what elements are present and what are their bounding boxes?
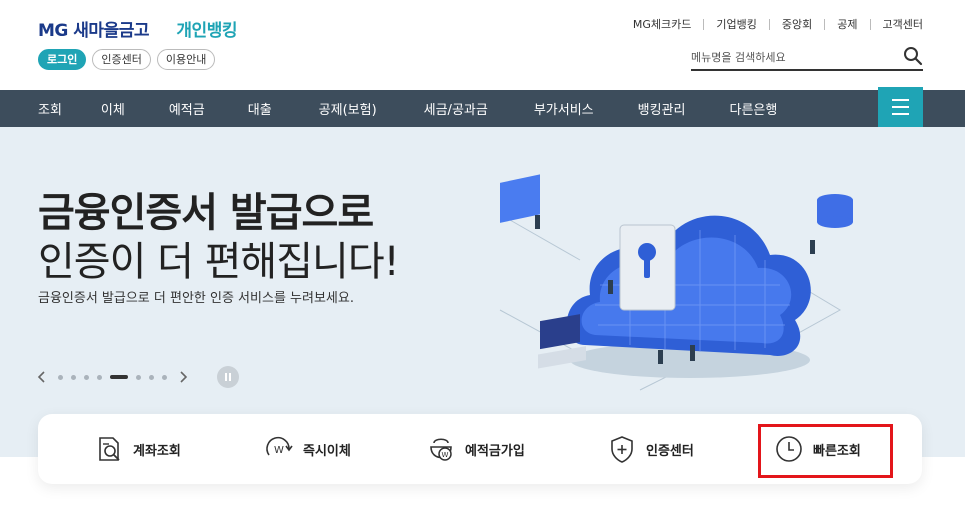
carousel-dots: [58, 374, 167, 380]
quick-savings-join[interactable]: W 예적금가입: [425, 414, 525, 484]
savings-join-icon: W: [430, 438, 452, 461]
nav-item-loans[interactable]: 대출: [248, 99, 272, 118]
usage-guide-button[interactable]: 이용안내: [156, 49, 216, 70]
logo-name: 새마을금고: [73, 21, 149, 41]
svg-text:W: W: [274, 445, 284, 456]
pause-icon: [225, 373, 227, 381]
search-icon[interactable]: [903, 46, 923, 66]
carousel-controls: [36, 366, 189, 388]
carousel-dot[interactable]: [58, 374, 63, 380]
main-nav: 조회 이체 예적금 대출 공제(보험) 세금/공과금 부가서비스 뱅킹관리 다른…: [0, 90, 965, 127]
logo-sub: 개인뱅킹: [176, 21, 237, 41]
hamburger-menu-button[interactable]: [878, 87, 923, 127]
quick-label: 인증센터: [646, 443, 694, 459]
quick-account-inquiry[interactable]: 계좌조회: [93, 414, 181, 484]
hamburger-icon-bar: [892, 113, 909, 115]
chevron-left-icon[interactable]: [36, 370, 48, 384]
logo-mg: MG: [38, 21, 68, 41]
nav-item-inquiry[interactable]: 조회: [38, 99, 62, 118]
carousel-dot[interactable]: [97, 374, 102, 380]
carousel-dot[interactable]: [84, 374, 89, 380]
header: MG 새마을금고 개인뱅킹 로그인 인증센터 이용안내 MG체크카드 기업뱅킹 …: [0, 0, 965, 90]
nav-item-other-banks[interactable]: 다른은행: [729, 99, 777, 118]
utility-links: MG체크카드 기업뱅킹 중앙회 공제 고객센터: [621, 16, 923, 32]
hamburger-icon: [892, 99, 909, 101]
banner-headline-light: 인증이 더 편해집니다!: [38, 239, 400, 285]
quick-label: 계좌조회: [133, 443, 181, 459]
quick-label: 즉시이체: [303, 443, 351, 459]
shield-plus-icon: [611, 436, 633, 463]
highlight-box: [758, 424, 893, 478]
carousel-dot[interactable]: [149, 374, 154, 380]
nav-item-insurance[interactable]: 공제(보험): [319, 99, 377, 118]
carousel-dot-active[interactable]: [110, 375, 128, 379]
banner-description: 금융인증서 발급으로 더 편안한 인증 서비스를 누려보세요.: [38, 291, 354, 306]
util-link-check-card[interactable]: MG체크카드: [621, 16, 704, 32]
nav-item-banking-management[interactable]: 뱅킹관리: [638, 99, 686, 118]
util-link-central-association[interactable]: 중앙회: [770, 16, 824, 32]
login-button[interactable]: 로그인: [38, 49, 87, 70]
carousel-dot[interactable]: [162, 374, 167, 380]
quick-label: 예적금가입: [465, 443, 525, 459]
quick-cert-center[interactable]: 인증센터: [606, 414, 694, 484]
nav-item-transfer[interactable]: 이체: [101, 99, 125, 118]
cloud-security-illustration: [499, 174, 853, 391]
chevron-right-icon[interactable]: [177, 370, 189, 384]
cert-center-button[interactable]: 인증센터: [92, 49, 151, 70]
pause-icon-bar: [229, 373, 231, 381]
search-input[interactable]: [691, 46, 891, 69]
menu-search: [691, 46, 923, 71]
carousel-dot[interactable]: [136, 374, 141, 380]
instant-transfer-icon: W: [266, 436, 293, 456]
util-link-customer-center[interactable]: 고객센터: [871, 16, 923, 32]
svg-text:W: W: [442, 451, 449, 459]
nav-item-deposits[interactable]: 예적금: [169, 99, 205, 118]
carousel-pause-button[interactable]: [217, 366, 239, 388]
nav-item-taxes[interactable]: 세금/공과금: [424, 99, 488, 118]
nav-item-additional-services[interactable]: 부가서비스: [534, 99, 594, 118]
hamburger-icon-bar: [892, 106, 909, 108]
carousel-dot[interactable]: [71, 374, 76, 380]
util-link-insurance[interactable]: 공제: [825, 16, 869, 32]
account-inquiry-icon: [99, 437, 120, 461]
logo[interactable]: MG 새마을금고 개인뱅킹: [38, 16, 237, 41]
auth-links: 로그인 인증센터 이용안내: [38, 49, 216, 70]
quick-instant-transfer[interactable]: W 즉시이체: [263, 414, 351, 484]
util-link-corporate-banking[interactable]: 기업뱅킹: [704, 16, 768, 32]
